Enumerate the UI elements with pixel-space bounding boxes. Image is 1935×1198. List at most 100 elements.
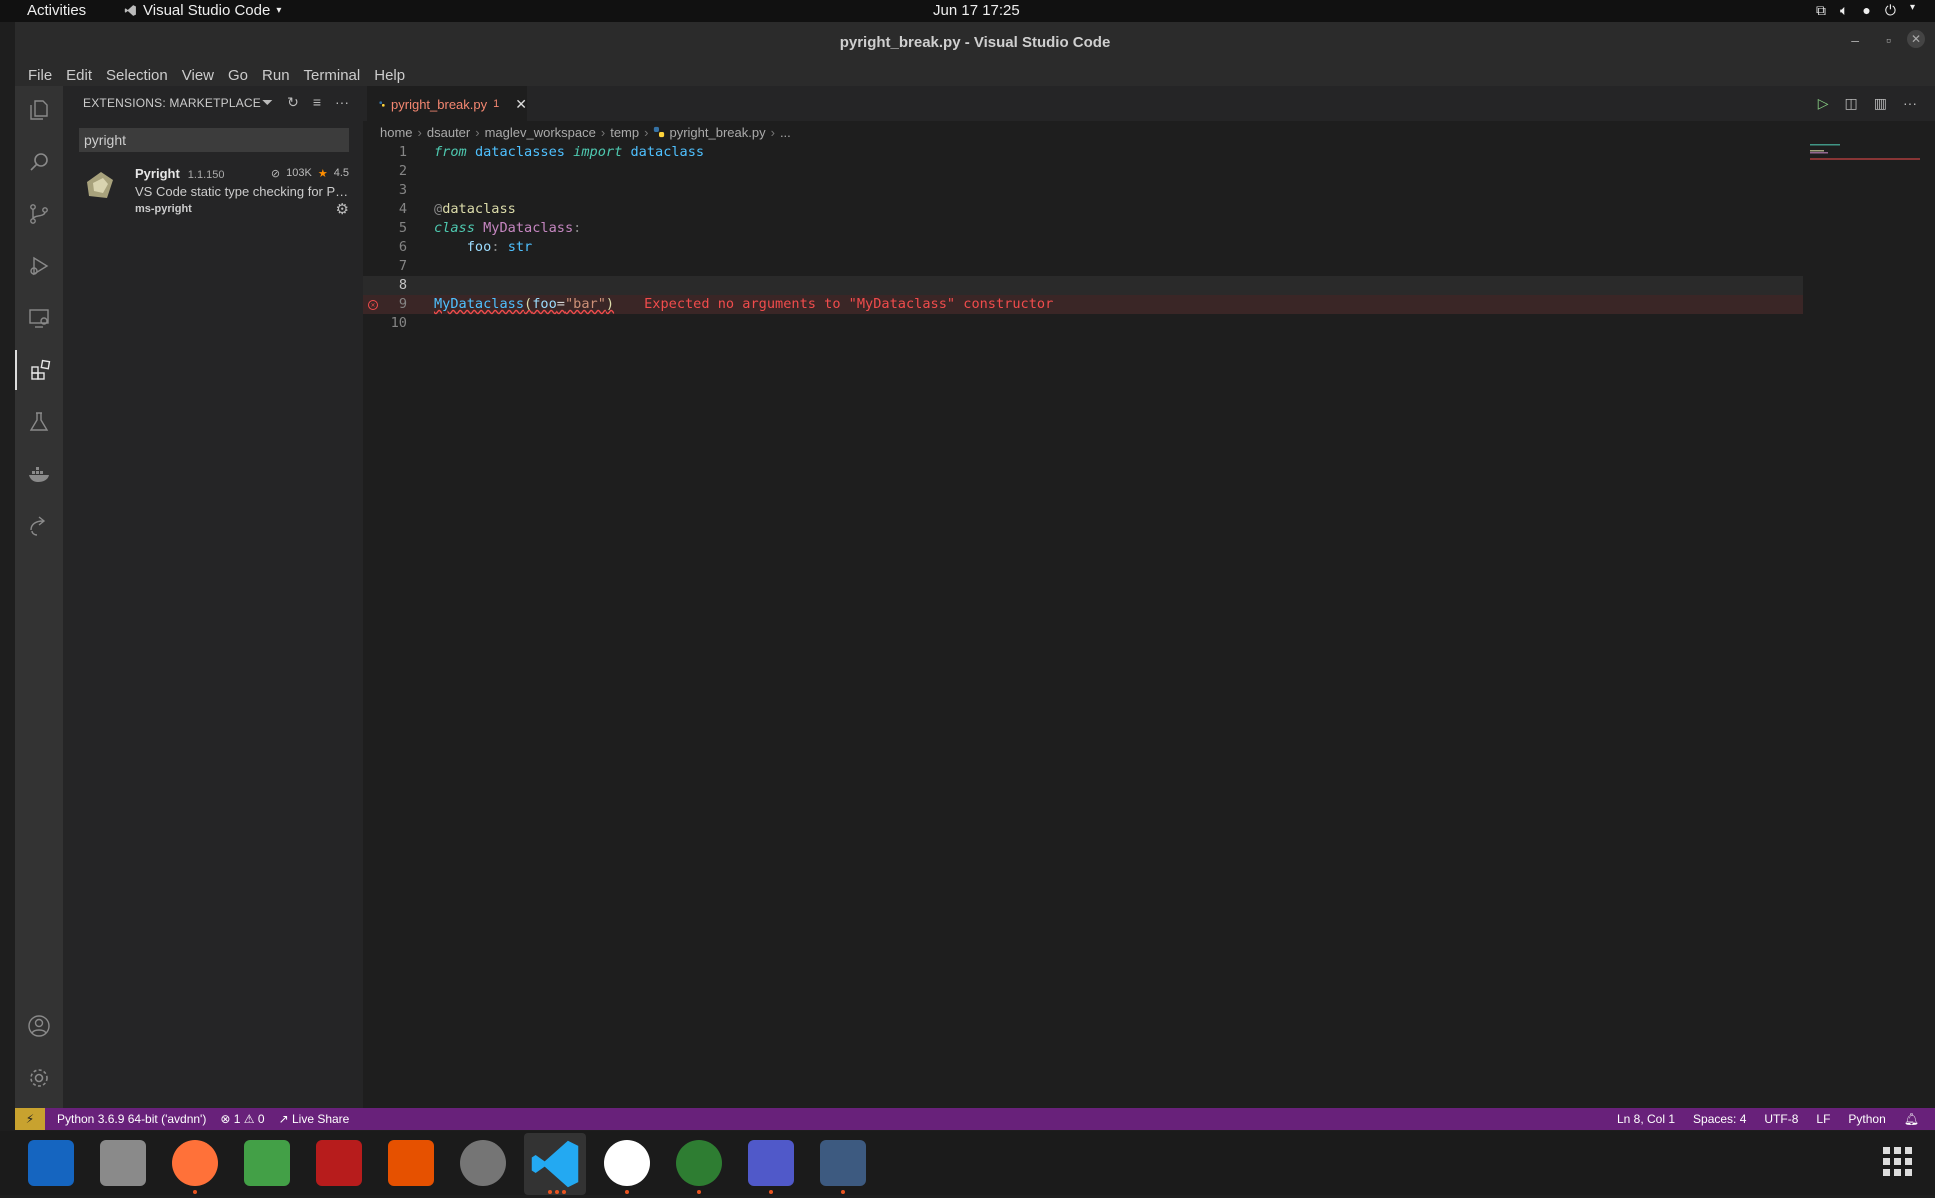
cursor-position[interactable]: Ln 8, Col 1 bbox=[1617, 1112, 1675, 1126]
extensions-icon[interactable] bbox=[15, 350, 65, 390]
vscode-dock-icon[interactable] bbox=[524, 1133, 586, 1195]
live-share-icon[interactable] bbox=[15, 506, 63, 546]
menu-help[interactable]: Help bbox=[367, 67, 412, 84]
chevron-right-icon: › bbox=[417, 124, 422, 140]
code-line[interactable]: 7 bbox=[363, 257, 1803, 276]
python-file-icon bbox=[654, 126, 665, 138]
menu-run[interactable]: Run bbox=[255, 67, 297, 84]
app-menu[interactable]: Visual Studio Code ▾ bbox=[124, 2, 281, 19]
language-mode[interactable]: Python bbox=[1848, 1112, 1885, 1126]
minimap[interactable] bbox=[1808, 143, 1920, 173]
menu-selection[interactable]: Selection bbox=[99, 67, 175, 84]
status-bar: ⚡ Python 3.6.9 64-bit ('avdnn') ⊗ 1 ⚠ 0 … bbox=[15, 1108, 1935, 1130]
docker-icon[interactable] bbox=[15, 454, 63, 494]
system-tray[interactable]: ⧉ 🔈︎ ● ⏻ ▾ bbox=[1816, 2, 1915, 19]
filter-icon[interactable]: ⏷ bbox=[262, 94, 273, 111]
more-actions-icon[interactable]: ··· bbox=[335, 94, 349, 111]
code-editor[interactable]: 1 from dataclasses import dataclass 2 3 … bbox=[363, 143, 1803, 333]
encoding[interactable]: UTF-8 bbox=[1764, 1112, 1798, 1126]
code-line[interactable]: 10 bbox=[363, 314, 1803, 333]
clear-list-icon[interactable]: ≡ bbox=[313, 94, 321, 111]
code-line[interactable]: 6 foo: str bbox=[363, 238, 1803, 257]
settings-icon[interactable] bbox=[460, 1140, 506, 1186]
app-icon[interactable] bbox=[820, 1140, 866, 1186]
menu-go[interactable]: Go bbox=[221, 67, 255, 84]
volume-icon[interactable]: 🔈︎ bbox=[1840, 2, 1848, 19]
microphone-icon[interactable]: ● bbox=[1862, 2, 1870, 19]
remote-indicator-icon[interactable]: ⚡ bbox=[15, 1108, 45, 1130]
extensions-sidebar: EXTENSIONS: MARKETPLACE ⏷ ↻ ≡ ··· Pyrigh… bbox=[63, 86, 363, 1108]
slack-icon[interactable] bbox=[604, 1140, 650, 1186]
power-icon[interactable]: ⏻ bbox=[1885, 2, 1896, 19]
more-actions-icon[interactable]: ··· bbox=[1903, 95, 1917, 112]
writer-icon[interactable] bbox=[28, 1140, 74, 1186]
line-number: 8 bbox=[398, 277, 407, 293]
code-line[interactable]: 4 @dataclass bbox=[363, 200, 1803, 219]
network-icon[interactable]: ⧉ bbox=[1816, 2, 1826, 19]
remote-desktop-icon[interactable] bbox=[676, 1140, 722, 1186]
chevron-down-icon[interactable]: ▾ bbox=[1910, 2, 1915, 19]
run-debug-icon[interactable] bbox=[15, 246, 63, 286]
maximize-icon[interactable]: ▫ bbox=[1886, 32, 1891, 48]
manage-gear-icon[interactable] bbox=[15, 1058, 63, 1098]
split-editor-icon[interactable]: ▥ bbox=[1874, 95, 1887, 112]
extension-stats: ⊘ 103K ★ 4.5 bbox=[271, 167, 349, 180]
extension-settings-gear-icon[interactable]: ⚙ bbox=[336, 200, 349, 218]
line-content: class MyDataclass: bbox=[434, 220, 582, 236]
code-line[interactable]: 1 from dataclasses import dataclass bbox=[363, 143, 1803, 162]
open-preview-icon[interactable]: ◫ bbox=[1845, 95, 1858, 112]
tab-pyright-break[interactable]: pyright_break.py 1 ✕ bbox=[367, 86, 527, 121]
menu-bar: File Edit Selection View Go Run Terminal… bbox=[15, 64, 1935, 86]
show-applications-icon[interactable] bbox=[1881, 1145, 1915, 1179]
breadcrumb-item[interactable]: pyright_break.py bbox=[669, 125, 765, 140]
python-interpreter[interactable]: Python 3.6.9 64-bit ('avdnn') bbox=[57, 1112, 206, 1126]
code-line-error[interactable]: ✕ 9 MyDataclass(foo="bar") Expected no ar… bbox=[363, 295, 1803, 314]
source-control-icon[interactable] bbox=[15, 194, 63, 234]
teams-icon[interactable] bbox=[748, 1140, 794, 1186]
terminal-icon[interactable] bbox=[316, 1140, 362, 1186]
breadcrumb-item[interactable]: dsauter bbox=[427, 125, 470, 140]
files-icon[interactable] bbox=[100, 1140, 146, 1186]
breadcrumb-item[interactable]: temp bbox=[610, 125, 639, 140]
tab-problem-badge: 1 bbox=[493, 98, 500, 110]
code-line[interactable]: 3 bbox=[363, 181, 1803, 200]
search-icon[interactable] bbox=[15, 142, 63, 182]
indentation[interactable]: Spaces: 4 bbox=[1693, 1112, 1746, 1126]
problems-indicator[interactable]: ⊗ 1 ⚠ 0 bbox=[220, 1112, 264, 1126]
impress-icon[interactable] bbox=[388, 1140, 434, 1186]
breadcrumb-item[interactable]: maglev_workspace bbox=[485, 125, 596, 140]
running-indicator bbox=[697, 1190, 701, 1194]
editor-tab-bar: pyright_break.py 1 ✕ ▷ ◫ ▥ ··· bbox=[363, 86, 1935, 121]
firefox-icon[interactable] bbox=[172, 1140, 218, 1186]
notifications-bell-icon[interactable]: 🔔︎ bbox=[1904, 1112, 1919, 1126]
line-number: 2 bbox=[398, 163, 407, 179]
refresh-icon[interactable]: ↻ bbox=[287, 94, 299, 111]
minimize-icon[interactable]: – bbox=[1851, 32, 1859, 48]
end-of-line[interactable]: LF bbox=[1816, 1112, 1830, 1126]
star-icon: ★ bbox=[317, 168, 328, 180]
account-icon[interactable] bbox=[15, 1006, 63, 1046]
menu-file[interactable]: File bbox=[21, 67, 59, 84]
explorer-icon[interactable] bbox=[15, 90, 63, 130]
activity-bar bbox=[15, 86, 63, 1108]
breadcrumb-item[interactable]: home bbox=[380, 125, 413, 140]
menu-terminal[interactable]: Terminal bbox=[297, 67, 368, 84]
rating: 4.5 bbox=[333, 167, 349, 179]
close-icon[interactable]: ✕ bbox=[1907, 30, 1925, 48]
activities-button[interactable]: Activities bbox=[27, 2, 86, 19]
code-line[interactable]: 5 class MyDataclass: bbox=[363, 219, 1803, 238]
breadcrumb-item[interactable]: ... bbox=[780, 125, 791, 140]
run-file-icon[interactable]: ▷ bbox=[1818, 95, 1829, 112]
code-line[interactable]: 2 bbox=[363, 162, 1803, 181]
tab-close-icon[interactable]: ✕ bbox=[515, 96, 527, 113]
extension-search-input[interactable] bbox=[79, 128, 349, 152]
menu-view[interactable]: View bbox=[175, 67, 221, 84]
remote-explorer-icon[interactable] bbox=[15, 298, 63, 338]
clock[interactable]: Jun 17 17:25 bbox=[933, 2, 1020, 19]
menu-edit[interactable]: Edit bbox=[59, 67, 99, 84]
testing-icon[interactable] bbox=[15, 402, 63, 442]
live-share-button[interactable]: ↗ Live Share bbox=[279, 1112, 350, 1126]
extension-list-item[interactable]: Pyright 1.1.150 ⊘ 103K ★ 4.5 VS Code stat… bbox=[63, 162, 363, 224]
code-line-current[interactable]: 8 bbox=[363, 276, 1803, 295]
calc-icon[interactable] bbox=[244, 1140, 290, 1186]
